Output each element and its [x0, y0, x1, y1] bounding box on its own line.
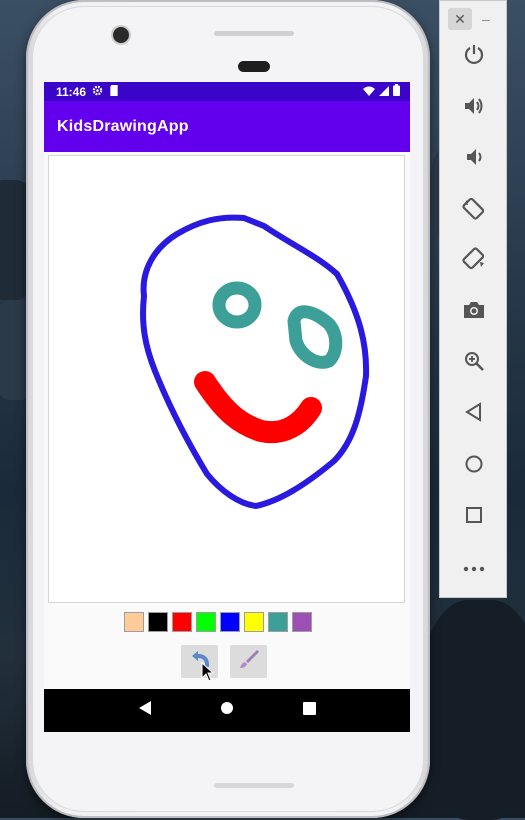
color-swatch-blue[interactable]	[220, 612, 240, 632]
home-button[interactable]	[460, 452, 488, 480]
background-rock	[420, 600, 525, 820]
brush-icon	[238, 648, 260, 675]
status-time: 11:46	[56, 84, 87, 99]
overview-icon	[465, 506, 483, 529]
android-nav-bar	[44, 689, 410, 732]
color-swatch-red[interactable]	[172, 612, 192, 632]
color-swatch-purple[interactable]	[292, 612, 312, 632]
rotate-right-icon	[462, 246, 486, 276]
app-bar: KidsDrawingApp	[44, 101, 410, 152]
volume-down-button[interactable]	[460, 145, 488, 173]
camera-icon	[463, 300, 485, 325]
more-button[interactable]	[460, 554, 488, 582]
close-button[interactable]: ✕	[448, 8, 472, 30]
home-icon[interactable]	[220, 701, 234, 720]
earpiece	[238, 61, 270, 72]
drawing-strokes	[140, 214, 370, 509]
app-title: KidsDrawingApp	[57, 117, 189, 135]
back-button[interactable]	[460, 400, 488, 428]
volume-up-icon	[463, 95, 485, 122]
more-icon	[463, 559, 485, 577]
left-eye-stroke	[212, 281, 262, 329]
battery-icon	[393, 84, 400, 99]
status-bar: 11:46	[44, 82, 410, 101]
brush-size-button[interactable]	[230, 645, 267, 678]
emulator-toolbar: ✕ –	[439, 0, 507, 598]
volume-up-button[interactable]	[460, 94, 488, 122]
zoom-icon	[463, 350, 485, 377]
tool-bar	[181, 645, 267, 678]
back-icon[interactable]	[138, 701, 151, 720]
bottom-speaker	[214, 783, 294, 788]
color-swatch-black[interactable]	[148, 612, 168, 632]
right-eye-stroke	[287, 305, 343, 369]
rotate-left-button[interactable]	[460, 196, 488, 224]
back-icon	[465, 401, 483, 427]
overview-button[interactable]	[460, 503, 488, 531]
gear-icon	[92, 85, 103, 99]
power-button[interactable]	[460, 42, 488, 70]
drawing-canvas[interactable]	[48, 155, 405, 603]
zoom-button[interactable]	[460, 349, 488, 377]
color-swatch-green[interactable]	[196, 612, 216, 632]
color-swatch-teal[interactable]	[268, 612, 288, 632]
home-icon	[464, 454, 484, 479]
device-screen: 11:46 KidsDrawingApp	[44, 82, 410, 732]
mouse-cursor	[201, 661, 215, 687]
front-camera	[113, 27, 129, 43]
volume-down-icon	[463, 146, 485, 173]
minimize-button[interactable]: –	[482, 11, 490, 27]
rotate-left-icon	[462, 196, 486, 225]
smile-stroke	[194, 371, 322, 444]
wifi-icon	[363, 85, 375, 99]
color-swatch-skin[interactable]	[124, 612, 144, 632]
sd-card-icon	[109, 84, 119, 99]
top-speaker	[214, 31, 294, 36]
screenshot-button[interactable]	[460, 298, 488, 326]
color-palette	[124, 612, 312, 632]
power-icon	[463, 43, 485, 70]
signal-icon	[379, 85, 389, 99]
rotate-right-button[interactable]	[460, 246, 488, 276]
color-swatch-yellow[interactable]	[244, 612, 264, 632]
recents-icon[interactable]	[302, 701, 316, 720]
